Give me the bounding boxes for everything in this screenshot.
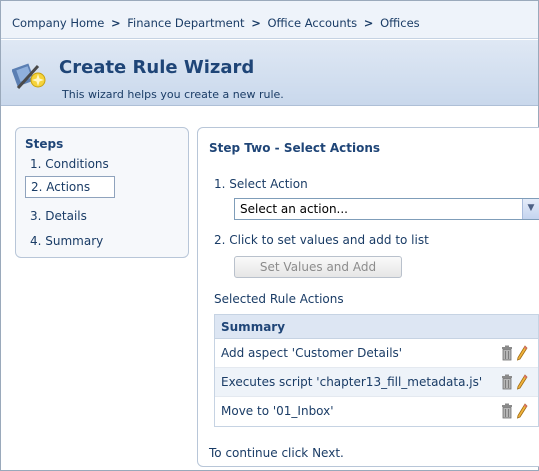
table-row: Move to '01_Inbox' [215, 397, 538, 426]
trash-icon[interactable] [501, 403, 513, 419]
breadcrumb-separator: > [110, 16, 121, 30]
breadcrumb-separator: > [251, 16, 261, 30]
steps-title: Steps [25, 137, 64, 151]
wizard-window: Company Home > Finance Department > Offi… [0, 0, 539, 471]
step-content-panel: Step Two - Select Actions 1. Select Acti… [197, 127, 539, 467]
breadcrumb-separator: > [363, 16, 374, 30]
row-text: Executes script 'chapter13_fill_metadata… [221, 375, 483, 389]
step-heading: Step Two - Select Actions [209, 141, 381, 155]
breadcrumb-company-home[interactable]: Company Home [12, 16, 104, 30]
pencil-icon[interactable] [516, 374, 528, 390]
row-text: Move to '01_Inbox' [221, 404, 334, 418]
continue-instructions: To continue click Next. [209, 446, 344, 460]
table-row: Executes script 'chapter13_fill_metadata… [215, 368, 538, 397]
step-conditions[interactable]: 1. Conditions [25, 154, 115, 176]
step-summary[interactable]: 4. Summary [25, 231, 115, 253]
action-select[interactable]: Select an action... ▼ [234, 198, 539, 220]
steps-panel: Steps 1. Conditions 2. Actions 3. Detail… [15, 127, 189, 258]
trash-icon[interactable] [501, 374, 513, 390]
rule-actions-table: Summary Add aspect 'Customer Details' Ex… [214, 314, 539, 427]
table-header-summary: Summary [215, 315, 538, 339]
pencil-icon[interactable] [516, 403, 528, 419]
breadcrumb-finance-department[interactable]: Finance Department [127, 16, 244, 30]
select-action-label: 1. Select Action [214, 177, 308, 191]
trash-icon[interactable] [501, 345, 513, 361]
selected-rule-actions-label: Selected Rule Actions [214, 292, 344, 306]
row-text: Add aspect 'Customer Details' [221, 346, 403, 360]
action-select-value: Select an action... [240, 202, 348, 216]
breadcrumb-office-accounts[interactable]: Office Accounts [267, 16, 357, 30]
table-row: Add aspect 'Customer Details' [215, 339, 538, 368]
breadcrumb-offices[interactable]: Offices [380, 16, 420, 30]
breadcrumb: Company Home > Finance Department > Offi… [1, 1, 538, 39]
pencil-icon[interactable] [516, 345, 528, 361]
wizard-header: Create Rule Wizard This wizard helps you… [1, 40, 538, 106]
step-details[interactable]: 3. Details [25, 206, 115, 228]
chevron-down-icon[interactable]: ▼ [522, 199, 539, 219]
wizard-icon [12, 63, 46, 90]
page-title: Create Rule Wizard [59, 57, 255, 78]
step-actions[interactable]: 2. Actions [25, 176, 115, 198]
set-values-and-add-button[interactable]: Set Values and Add [234, 256, 402, 278]
click-to-set-label: 2. Click to set values and add to list [214, 233, 429, 247]
page-subtitle: This wizard helps you create a new rule. [62, 88, 284, 101]
